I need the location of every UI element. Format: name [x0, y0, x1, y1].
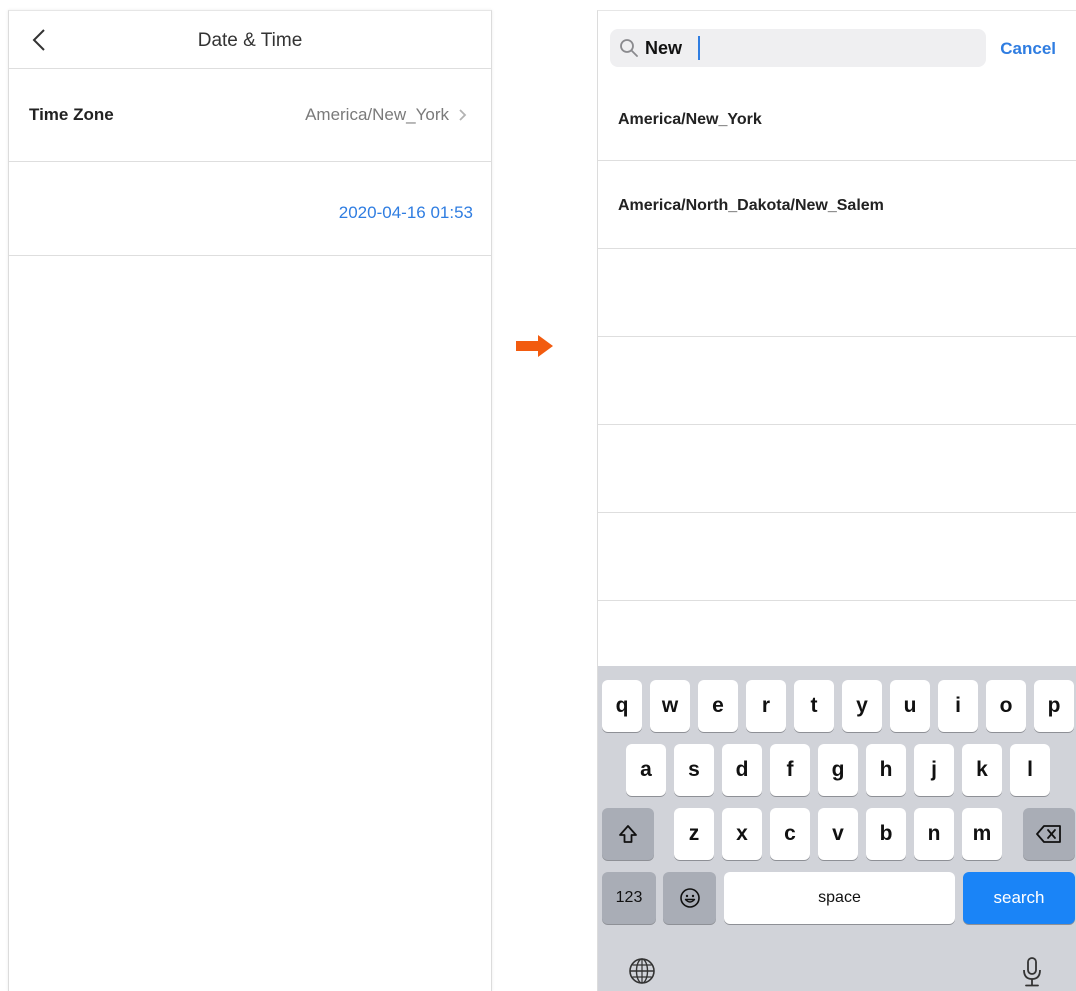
- empty-list-row: [598, 249, 1076, 337]
- emoji-icon: [679, 888, 700, 908]
- key-u[interactable]: u: [890, 680, 930, 732]
- key-h[interactable]: h: [866, 744, 906, 796]
- chevron-right-icon: [459, 109, 467, 121]
- key-r[interactable]: r: [746, 680, 786, 732]
- delete-key[interactable]: [1023, 808, 1075, 860]
- list-item[interactable]: America/New_York: [598, 73, 1076, 161]
- key-p[interactable]: p: [1034, 680, 1074, 732]
- key-l[interactable]: l: [1010, 744, 1050, 796]
- globe-icon[interactable]: [628, 957, 656, 985]
- result-label: America/New_York: [618, 111, 762, 128]
- shift-icon: [619, 825, 637, 843]
- search-bar: New Cancel: [598, 11, 1076, 73]
- key-c[interactable]: c: [770, 808, 810, 860]
- search-field[interactable]: New: [610, 29, 986, 67]
- keyboard: q w e r t y u i o p a s d f g h j k l z …: [598, 666, 1076, 991]
- key-w[interactable]: w: [650, 680, 690, 732]
- key-g[interactable]: g: [818, 744, 858, 796]
- key-k[interactable]: k: [962, 744, 1002, 796]
- empty-list-row: [598, 513, 1076, 601]
- key-b[interactable]: b: [866, 808, 906, 860]
- numbers-key[interactable]: 123: [602, 872, 656, 924]
- key-d[interactable]: d: [722, 744, 762, 796]
- empty-list-row: [598, 425, 1076, 513]
- time-zone-row[interactable]: Time Zone America/New_York: [9, 69, 491, 162]
- key-a[interactable]: a: [626, 744, 666, 796]
- list-item[interactable]: America/North_Dakota/New_Salem: [598, 161, 1076, 249]
- emoji-key[interactable]: [663, 872, 716, 924]
- key-v[interactable]: v: [818, 808, 858, 860]
- search-results-list: America/New_York America/North_Dakota/Ne…: [598, 73, 1076, 601]
- key-f[interactable]: f: [770, 744, 810, 796]
- result-label: America/North_Dakota/New_Salem: [618, 197, 884, 214]
- key-i[interactable]: i: [938, 680, 978, 732]
- key-j[interactable]: j: [914, 744, 954, 796]
- key-x[interactable]: x: [722, 808, 762, 860]
- arrow-right-icon: [516, 335, 553, 357]
- space-key[interactable]: space: [724, 872, 955, 924]
- date-time-screen: Date & Time Time Zone America/New_York 2…: [8, 10, 492, 991]
- datetime-row[interactable]: 2020-04-16 01:53: [9, 162, 491, 256]
- search-input[interactable]: New: [645, 38, 682, 59]
- microphone-icon[interactable]: [1020, 956, 1044, 988]
- cancel-button[interactable]: Cancel: [1000, 39, 1056, 59]
- key-t[interactable]: t: [794, 680, 834, 732]
- datetime-value: 2020-04-16 01:53: [338, 203, 473, 222]
- time-zone-search-screen: New Cancel America/New_York America/Nort…: [597, 10, 1076, 991]
- time-zone-label: Time Zone: [29, 105, 114, 124]
- key-z[interactable]: z: [674, 808, 714, 860]
- key-y[interactable]: y: [842, 680, 882, 732]
- time-zone-value: America/New_York: [305, 105, 449, 124]
- page-title: Date & Time: [197, 30, 303, 51]
- key-q[interactable]: q: [602, 680, 642, 732]
- nav-bar: Date & Time: [9, 11, 491, 69]
- key-o[interactable]: o: [986, 680, 1026, 732]
- search-key[interactable]: search: [963, 872, 1075, 924]
- search-icon: [620, 39, 638, 57]
- key-s[interactable]: s: [674, 744, 714, 796]
- key-m[interactable]: m: [962, 808, 1002, 860]
- shift-key[interactable]: [602, 808, 654, 860]
- key-e[interactable]: e: [698, 680, 738, 732]
- key-n[interactable]: n: [914, 808, 954, 860]
- backspace-icon: [1036, 825, 1061, 843]
- text-cursor: [698, 36, 700, 60]
- empty-list-row: [598, 337, 1076, 425]
